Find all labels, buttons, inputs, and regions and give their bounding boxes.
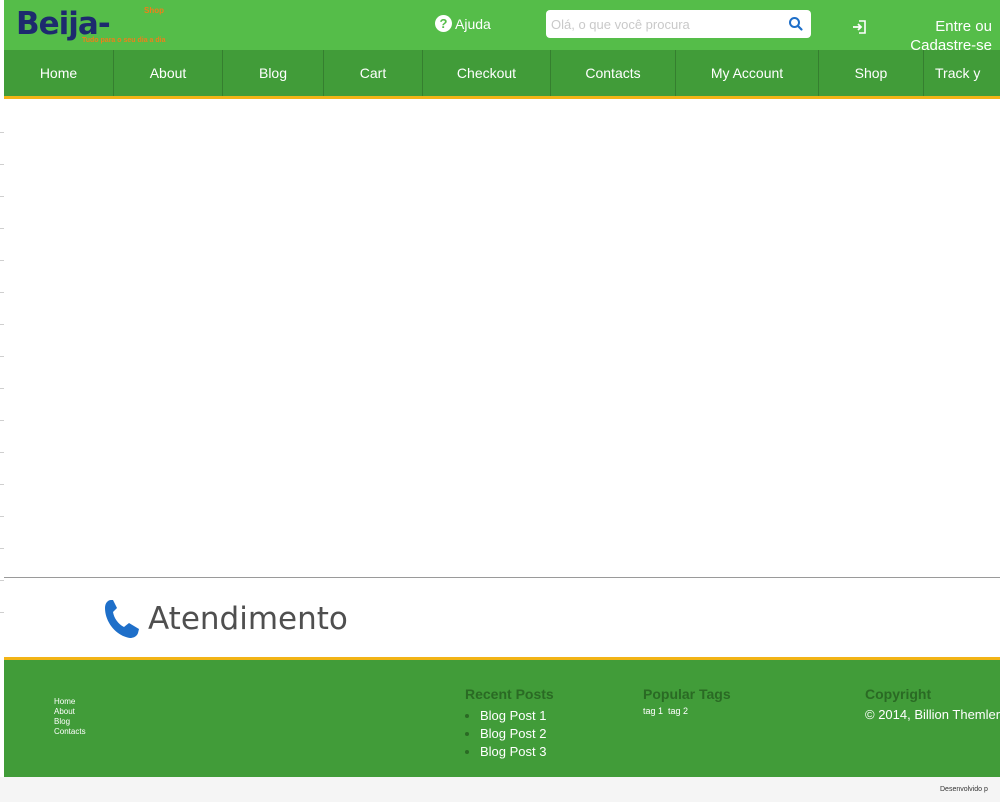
footer-link-home[interactable]: Home [54,697,75,706]
top-header: Beija-flor Shop Tudo para o seu dia a di… [4,0,1000,82]
nav-item-cart[interactable]: Cart [324,50,423,96]
footer-link-item: Home [54,697,86,707]
copyright-block: Copyright © 2014, Billion Themler [865,686,1000,722]
nav-item-blog[interactable]: Blog [223,50,324,96]
popular-tags: Popular Tags tag 1 tag 2 [643,686,731,716]
footer: Home About Blog Contacts Recent Posts Bl… [4,660,1000,777]
content-divider [4,577,1000,578]
help-link[interactable]: ? Ajuda [435,15,491,32]
search-button[interactable] [787,15,805,33]
main-nav: Home About Blog Cart Checkout Contacts M… [4,50,1000,96]
site-logo[interactable]: Beija-flor Shop Tudo para o seu dia a di… [16,4,166,82]
tag-link[interactable]: tag 2 [668,706,688,716]
nav-item-checkout[interactable]: Checkout [423,50,551,96]
recent-posts: Recent Posts Blog Post 1 Blog Post 2 Blo… [465,686,554,761]
copyright-text: © 2014, Billion Themler [865,707,1000,722]
footer-link-blog[interactable]: Blog [54,717,70,726]
footer-link-contacts[interactable]: Contacts [54,727,86,736]
logo-tagline: Tudo para o seu dia a dia [82,37,166,44]
nav-item-my-account[interactable]: My Account [676,50,819,96]
question-circle-icon: ? [435,15,452,32]
bottom-bar: Desenvolvido p [0,777,1000,802]
recent-post-link[interactable]: Blog Post 1 [480,707,554,725]
recent-posts-title: Recent Posts [465,686,554,702]
search-icon [789,17,803,31]
footer-link-item: Blog [54,717,86,727]
footer-link-about[interactable]: About [54,707,75,716]
search-box [546,10,811,38]
logo-sup: Shop [144,6,164,15]
nav-item-about[interactable]: About [114,50,223,96]
nav-item-shop[interactable]: Shop [819,50,924,96]
atendimento-title: Atendimento [148,601,348,637]
help-label: Ajuda [455,15,491,32]
footer-links: Home About Blog Contacts [54,697,86,737]
recent-post-link[interactable]: Blog Post 2 [480,725,554,743]
developer-credit[interactable]: Desenvolvido p [940,786,988,793]
tag-list: tag 1 tag 2 [643,706,731,716]
nav-item-track[interactable]: Track y [924,50,1000,96]
footer-link-item: Contacts [54,727,86,737]
footer-link-item: About [54,707,86,717]
nav-item-home[interactable]: Home [4,50,114,96]
phone-icon [105,600,139,638]
search-input[interactable] [551,14,776,34]
popular-tags-title: Popular Tags [643,686,731,702]
nav-item-contacts[interactable]: Contacts [551,50,676,96]
atendimento-section: Atendimento [103,598,348,640]
recent-post-link[interactable]: Blog Post 3 [480,743,554,761]
tag-link[interactable]: tag 1 [643,706,663,716]
sign-in-icon [853,20,866,34]
copyright-title: Copyright [865,686,932,702]
main-content [4,99,1000,577]
